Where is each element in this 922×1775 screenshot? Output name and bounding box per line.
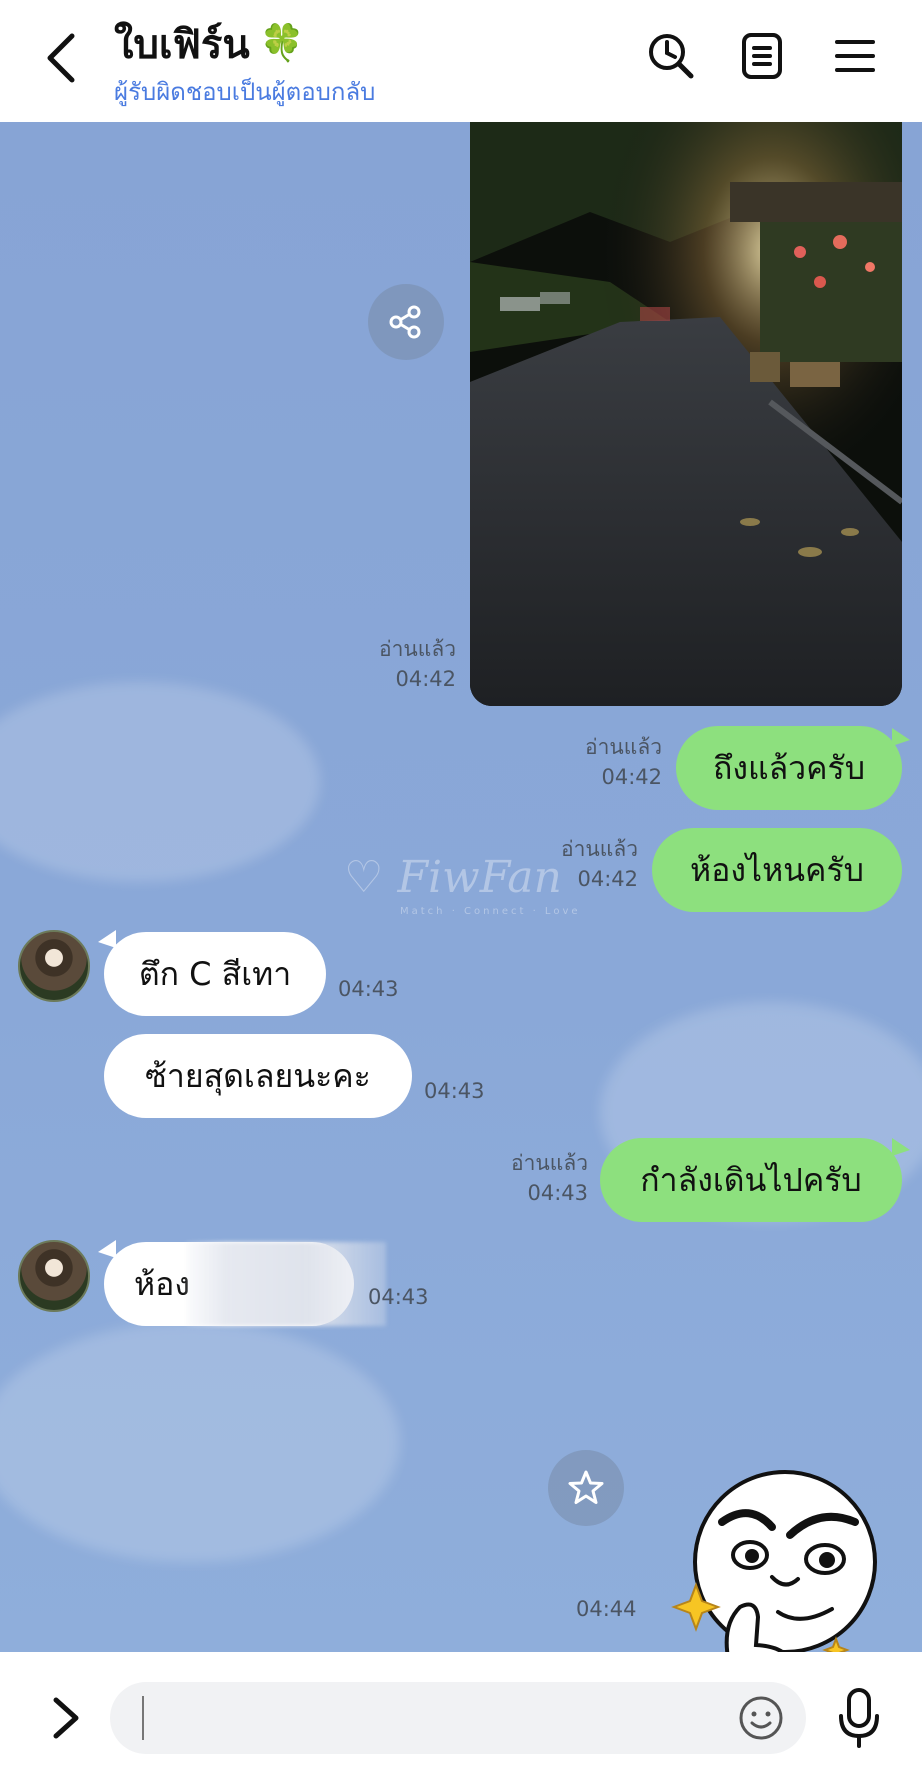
received-message-bubble[interactable]: ซ้ายสุดเลยนะคะ [104, 1034, 412, 1118]
background-cloud [0, 1322, 400, 1562]
expand-icon[interactable] [48, 1692, 84, 1744]
emoji-icon[interactable] [738, 1695, 784, 1741]
bubble-tail [892, 1138, 910, 1156]
notes-icon[interactable] [736, 30, 788, 82]
photo-message[interactable] [470, 122, 902, 706]
sent-message-bubble[interactable]: กำลังเดินไปครับ [600, 1138, 902, 1222]
message-time: 04:43 [368, 1285, 429, 1309]
bubble-tail [98, 930, 116, 948]
sent-message-bubble[interactable]: ถึงแล้วครับ [676, 726, 902, 810]
watermark: ♡ FiwFan [344, 852, 562, 903]
sent-message-bubble[interactable]: ห้องไหนครับ [652, 828, 902, 912]
watermark-text: FiwFan [397, 852, 562, 903]
clover-emoji: 🍀 [259, 23, 305, 64]
contact-avatar[interactable] [18, 930, 90, 1002]
message-time: 04:42 [395, 667, 456, 691]
message-time: 04:44 [576, 1597, 637, 1621]
bubble-tail [98, 1240, 116, 1258]
read-status: อ่านแล้ว [585, 735, 662, 759]
read-status: อ่านแล้ว [511, 1151, 588, 1175]
watermark-subtitle: Match · Connect · Love [400, 906, 581, 917]
menu-icon[interactable] [829, 30, 881, 82]
bubble-tail [892, 728, 910, 746]
chat-area[interactable]: อ่านแล้ว 04:42 อ่านแล้ว 04:42 ถึงแล้วครั… [0, 122, 922, 1652]
contact-avatar[interactable] [18, 1240, 90, 1312]
message-text: ห้อง [134, 1264, 190, 1303]
message-input[interactable] [110, 1682, 806, 1754]
read-status: อ่านแล้ว [379, 637, 456, 661]
message-meta: อ่านแล้ว 04:43 [480, 1148, 588, 1208]
blurred-content [186, 1242, 386, 1326]
chat-title-row[interactable]: ใบเฟิร์น 🍀 [114, 12, 305, 76]
clock-search-icon[interactable] [645, 30, 697, 82]
share-button[interactable] [368, 284, 444, 360]
message-time: 04:43 [527, 1181, 588, 1205]
chat-subtitle: ผู้รับผิดชอบเป็นผู้ตอบกลับ [114, 78, 376, 106]
received-message-bubble[interactable]: ตึก C สีเทา [104, 932, 326, 1016]
chat-header: ใบเฟิร์น 🍀 ผู้รับผิดชอบเป็นผู้ตอบกลับ [0, 0, 922, 122]
back-icon[interactable] [40, 28, 84, 88]
message-meta: อ่านแล้ว 04:42 [340, 634, 456, 694]
share-icon [389, 305, 421, 339]
message-time: 04:42 [601, 765, 662, 789]
message-time: 04:43 [338, 977, 399, 1001]
message-meta: อ่านแล้ว 04:42 [540, 732, 662, 792]
text-caret [142, 1696, 144, 1740]
mic-icon[interactable] [832, 1686, 886, 1750]
message-input-bar [0, 1652, 922, 1775]
message-time: 04:43 [424, 1079, 485, 1103]
star-icon [568, 1470, 604, 1504]
night-street-photo [470, 122, 902, 706]
chat-title: ใบเฟิร์น [114, 22, 250, 68]
favorite-sticker-button[interactable] [548, 1450, 624, 1526]
background-cloud [0, 682, 320, 882]
thinking-face-sticker[interactable] [660, 1467, 900, 1652]
